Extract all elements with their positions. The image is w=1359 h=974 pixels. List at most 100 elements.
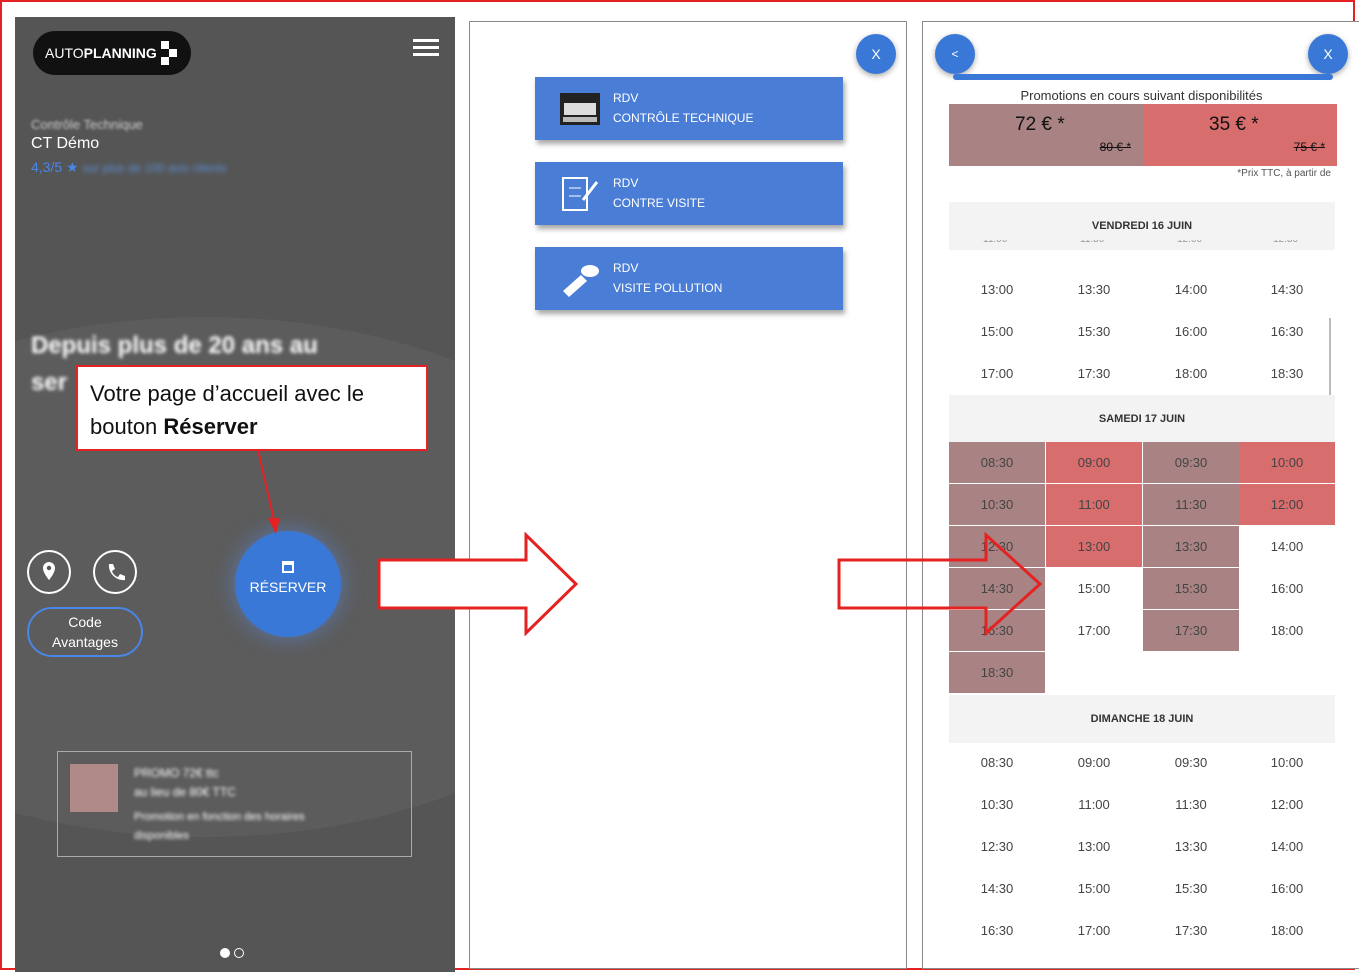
time-slot[interactable]: 16:00: [1143, 311, 1239, 352]
time-slot[interactable]: 17:00: [1046, 910, 1142, 951]
time-slot[interactable]: 18:00: [1239, 610, 1335, 651]
logo-text-light: AUTO: [45, 45, 84, 61]
time-slot[interactable]: 15:00: [1046, 868, 1142, 909]
time-slot[interactable]: 16:30: [949, 910, 1045, 951]
time-slot[interactable]: 14:30: [949, 868, 1045, 909]
flow-arrow-1: [377, 532, 579, 636]
time-slot[interactable]: 14:00: [1239, 526, 1335, 567]
phone-icon: [108, 564, 125, 581]
center-name: CT Démo: [31, 135, 100, 152]
price-note: *Prix TTC, à partir de: [1237, 168, 1331, 179]
carousel-dots[interactable]: [220, 945, 248, 963]
time-slot[interactable]: 18:00: [1143, 353, 1239, 394]
partial-slot: 12:30: [1273, 240, 1298, 245]
phone-button[interactable]: [93, 550, 137, 594]
time-slot[interactable]: 09:00: [1046, 742, 1142, 783]
headline-line-2: ser: [31, 369, 68, 396]
time-slot[interactable]: 15:00: [1046, 568, 1142, 609]
time-slot[interactable]: 09:00: [1046, 442, 1142, 483]
code-avantages-button[interactable]: Code Avantages: [27, 607, 143, 657]
promo-desc-1: Promotion en fonction des horaires: [134, 811, 305, 823]
time-slot[interactable]: 13:00: [1046, 826, 1142, 867]
promo-old-price: 75 € *: [1293, 140, 1325, 154]
rdv-visite-pollution-button[interactable]: RDV VISITE POLLUTION: [535, 247, 843, 310]
time-slot[interactable]: 11:00: [1046, 784, 1142, 825]
rdv-label: RDV: [613, 176, 639, 190]
location-button[interactable]: [27, 550, 71, 594]
time-slot[interactable]: 15:30: [1143, 868, 1239, 909]
time-slot[interactable]: 18:30: [1239, 353, 1335, 394]
time-slot[interactable]: 12:00: [1239, 484, 1335, 525]
time-slot[interactable]: 09:30: [1143, 442, 1239, 483]
checklist-icon: [562, 177, 599, 211]
time-slot[interactable]: 10:00: [1239, 442, 1335, 483]
autoplanning-logo[interactable]: AUTO PLANNING: [33, 31, 191, 75]
promo-desc-2: disponibles: [134, 830, 190, 842]
time-slot[interactable]: 08:30: [949, 742, 1045, 783]
dot-inactive[interactable]: [234, 948, 244, 958]
rdv-service-name: CONTRÔLE TECHNIQUE: [613, 111, 754, 125]
time-slot[interactable]: 17:30: [1046, 353, 1142, 394]
time-slot[interactable]: 18:30: [949, 652, 1045, 693]
time-slot[interactable]: 17:30: [1143, 910, 1239, 951]
time-slot[interactable]: 17:30: [1143, 610, 1239, 651]
promo-card[interactable]: PROMO 72€ ttc au lieu de 80€ TTC Promoti…: [57, 751, 412, 857]
rdv-contre-visite-button[interactable]: RDV CONTRE VISITE: [535, 162, 843, 225]
rdv-service-name: CONTRE VISITE: [613, 196, 706, 210]
exhaust-icon: [563, 265, 599, 297]
time-slot[interactable]: 12:00: [1239, 784, 1335, 825]
time-slot[interactable]: 09:30: [1143, 742, 1239, 783]
promo-text: PROMO 72€ ttc au lieu de 80€ TTC Promoti…: [134, 764, 305, 846]
time-slot[interactable]: 13:30: [1046, 269, 1142, 310]
promo-title-2: au lieu de 80€ TTC: [134, 785, 236, 799]
schedule-screen: < X Promotions en cours suivant disponib…: [922, 21, 1359, 969]
time-slot[interactable]: 15:30: [1046, 311, 1142, 352]
callout-line-2: bouton Réserver: [90, 410, 414, 443]
time-slot[interactable]: 16:00: [1239, 568, 1335, 609]
callout-text: bouton: [90, 414, 164, 439]
time-slot[interactable]: 14:00: [1239, 826, 1335, 867]
time-slot[interactable]: 10:30: [949, 784, 1045, 825]
progress-bar: [953, 74, 1333, 80]
time-slot[interactable]: 10:30: [949, 484, 1045, 525]
reserve-button[interactable]: RÉSERVER: [235, 531, 341, 637]
hamburger-menu-icon[interactable]: [413, 39, 439, 57]
day-header: SAMEDI 17 JUIN: [949, 395, 1335, 443]
time-slot[interactable]: 13:30: [1143, 826, 1239, 867]
time-slot[interactable]: 15:00: [949, 311, 1045, 352]
time-slot[interactable]: 13:00: [1046, 526, 1142, 567]
home-screen: AUTO PLANNING Contrôle Technique CT Démo …: [15, 17, 455, 972]
time-slot[interactable]: 10:00: [1239, 742, 1335, 783]
time-slot[interactable]: 17:00: [949, 353, 1045, 394]
code-button-line-1: Code: [68, 614, 102, 630]
back-button[interactable]: <: [935, 34, 975, 74]
time-slot[interactable]: 18:00: [1239, 910, 1335, 951]
time-slot[interactable]: 08:30: [949, 442, 1045, 483]
time-slot[interactable]: 17:00: [1046, 610, 1142, 651]
time-slot[interactable]: 11:30: [1143, 484, 1239, 525]
rdv-service-name: VISITE POLLUTION: [613, 281, 723, 295]
time-slot[interactable]: 16:30: [1239, 311, 1335, 352]
time-slot[interactable]: 13:00: [949, 269, 1045, 310]
time-slot[interactable]: 12:30: [949, 826, 1045, 867]
rdv-controle-technique-button[interactable]: RDV CONTRÔLE TECHNIQUE: [535, 77, 843, 140]
callout-arrow: [257, 449, 280, 534]
logo-checker-icon: [161, 41, 181, 65]
time-slot[interactable]: 13:30: [1143, 526, 1239, 567]
close-button[interactable]: X: [856, 34, 896, 74]
code-button-line-2: Avantages: [52, 634, 118, 650]
promo-old-price: 80 € *: [1099, 140, 1131, 154]
time-slot[interactable]: 16:00: [1239, 868, 1335, 909]
time-slot[interactable]: 14:00: [1143, 269, 1239, 310]
time-slot[interactable]: 11:30: [1143, 784, 1239, 825]
time-slot[interactable]: 14:30: [1239, 269, 1335, 310]
close-button[interactable]: X: [1308, 34, 1348, 74]
promo-swatch: [70, 764, 118, 812]
flow-arrow-2: [837, 532, 1043, 636]
partial-slot: 11:30: [1080, 240, 1104, 245]
services-screen: X RDV CONTRÔLE TECHNIQUE RDV CONTRE VISI…: [469, 21, 907, 969]
rating-note: sur plus de 100 avis clients: [82, 161, 227, 175]
time-slot[interactable]: 15:30: [1143, 568, 1239, 609]
time-slot[interactable]: 11:00: [1046, 484, 1142, 525]
dot-active[interactable]: [220, 948, 230, 958]
